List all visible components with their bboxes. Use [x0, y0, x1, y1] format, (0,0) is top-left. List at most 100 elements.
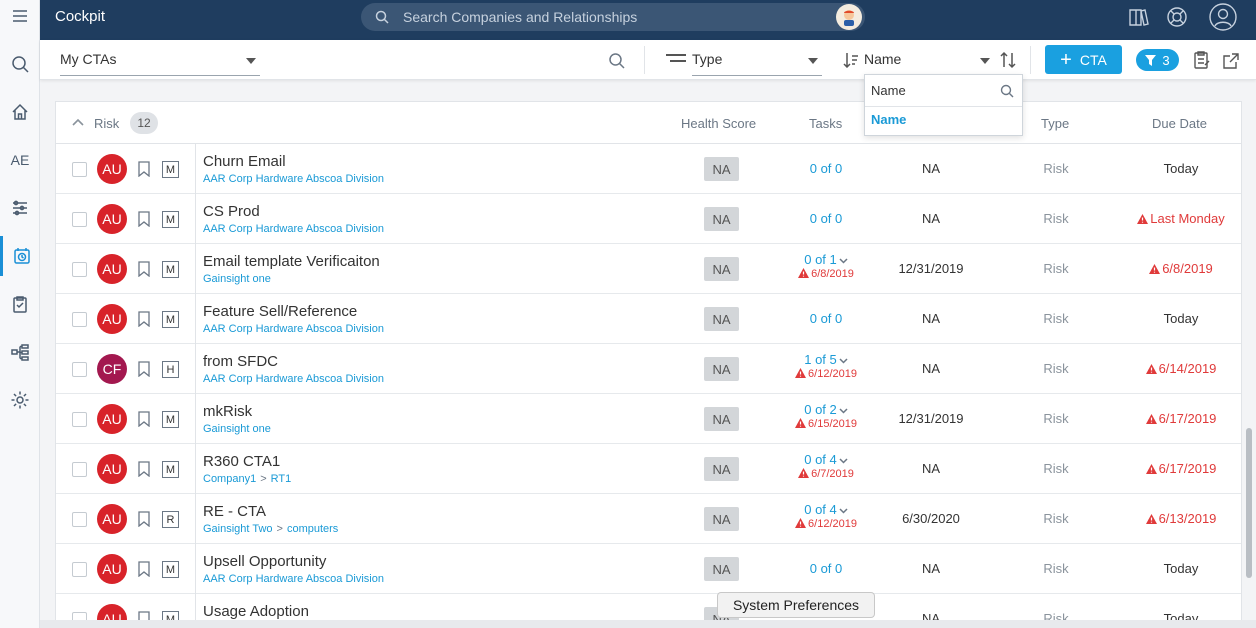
chevron-down-icon[interactable]: [839, 458, 848, 464]
tasks-cell[interactable]: 0 of 0: [776, 161, 876, 176]
horizontal-scrollbar[interactable]: [40, 620, 1256, 628]
clipboard-check-icon[interactable]: [0, 284, 40, 324]
filter-button[interactable]: 3: [1136, 49, 1179, 71]
chevron-down-icon[interactable]: [839, 258, 848, 264]
home-icon[interactable]: [0, 92, 40, 132]
cta-name-link[interactable]: RE - CTA: [203, 503, 266, 520]
company-link[interactable]: Company1: [203, 473, 256, 485]
table-row[interactable]: AU M R360 CTA1 Company1 > RT1 NA 0 of 4 6/7/2019…: [56, 444, 1241, 494]
sort-direction-icon[interactable]: [999, 51, 1017, 69]
external-link-icon[interactable]: [1223, 53, 1239, 69]
table-row[interactable]: AU MmkRisk Gainsight one NA 0 of 2 6/15/2019 1…: [56, 394, 1241, 444]
view-selector[interactable]: My CTAs: [60, 48, 260, 76]
type-selector[interactable]: Type: [692, 48, 822, 76]
tasks-cell[interactable]: 0 of 0: [776, 561, 876, 576]
column-header-due-date[interactable]: Due Date: [1152, 116, 1207, 131]
bookmark-icon[interactable]: [138, 461, 150, 477]
bookmark-icon[interactable]: [138, 511, 150, 527]
avatar[interactable]: AU: [97, 154, 127, 184]
column-header-tasks[interactable]: Tasks: [809, 116, 842, 131]
company-link[interactable]: AAR Corp Hardware Abscoa Division: [203, 323, 384, 335]
group-header-risk[interactable]: Risk 12 Health Score Tasks Type Due Date: [56, 102, 1241, 144]
avatar[interactable]: AU: [97, 304, 127, 334]
cta-name-link[interactable]: Feature Sell/Reference: [203, 303, 357, 320]
row-checkbox[interactable]: [72, 312, 87, 327]
tasks-cell[interactable]: 0 of 4 6/12/2019: [776, 502, 876, 530]
bookmark-icon[interactable]: [138, 211, 150, 227]
cta-name-link[interactable]: Upsell Opportunity: [203, 553, 326, 570]
tasks-cell[interactable]: 0 of 0: [776, 211, 876, 226]
avatar[interactable]: AU: [97, 454, 127, 484]
avatar[interactable]: AU: [97, 254, 127, 284]
bookmark-icon[interactable]: [138, 561, 150, 577]
hierarchy-icon[interactable]: [0, 332, 40, 372]
bookmark-icon[interactable]: [138, 261, 150, 277]
cta-name-link[interactable]: CS Prod: [203, 203, 260, 220]
table-row[interactable]: AU M Churn Email AAR Corp Hardware Abscoa D…: [56, 144, 1241, 194]
cta-name-link[interactable]: R360 CTA1: [203, 453, 280, 470]
cta-name-link[interactable]: Usage Adoption: [203, 603, 309, 620]
cta-name-link[interactable]: Churn Email: [203, 153, 286, 170]
global-search-bar[interactable]: Search Companies and Relationships: [361, 3, 865, 31]
cta-name-link[interactable]: from SFDC: [203, 353, 278, 370]
user-avatar-icon[interactable]: [836, 4, 862, 30]
gear-icon[interactable]: [0, 380, 40, 420]
row-checkbox[interactable]: [72, 262, 87, 277]
row-checkbox[interactable]: [72, 212, 87, 227]
table-row[interactable]: AU M CS Prod AAR Corp Hardware Abscoa Divis…: [56, 194, 1241, 244]
table-row[interactable]: AU M Upsell Opportunity AAR Corp Hardware A…: [56, 544, 1241, 594]
row-checkbox[interactable]: [72, 362, 87, 377]
row-checkbox[interactable]: [72, 562, 87, 577]
row-checkbox[interactable]: [72, 512, 87, 527]
avatar[interactable]: AU: [97, 404, 127, 434]
cta-name-link[interactable]: mkRisk: [203, 403, 252, 420]
sort-search-input[interactable]: Name: [871, 83, 906, 98]
table-row[interactable]: AU R RE - CTA Gainsight Two > computers NA 0 of…: [56, 494, 1241, 544]
relationship-link[interactable]: RT1: [271, 473, 292, 485]
bookmark-icon[interactable]: [138, 361, 150, 377]
sort-option-name[interactable]: Name: [871, 112, 906, 127]
avatar[interactable]: AU: [97, 504, 127, 534]
add-cta-button[interactable]: + CTA: [1045, 45, 1122, 74]
row-checkbox[interactable]: [72, 162, 87, 177]
list-settings-icon[interactable]: [0, 188, 40, 228]
tasks-cell[interactable]: 0 of 2 6/15/2019: [776, 402, 876, 430]
company-link[interactable]: AAR Corp Hardware Abscoa Division: [203, 173, 384, 185]
column-header-health-score[interactable]: Health Score: [681, 116, 756, 131]
tasks-cell[interactable]: 0 of 4 6/7/2019: [776, 452, 876, 480]
hamburger-menu-icon[interactable]: [0, 0, 40, 36]
row-checkbox[interactable]: [72, 412, 87, 427]
company-link[interactable]: Gainsight one: [203, 273, 271, 285]
company-link[interactable]: AAR Corp Hardware Abscoa Division: [203, 573, 384, 585]
tasks-cell[interactable]: 1 of 5 6/12/2019: [776, 352, 876, 380]
chevron-down-icon[interactable]: [839, 508, 848, 514]
chevron-up-icon[interactable]: [72, 118, 84, 126]
profile-icon[interactable]: [1208, 2, 1238, 32]
sort-field-selector[interactable]: Name: [864, 48, 994, 76]
vertical-scrollbar[interactable]: [1246, 428, 1252, 578]
company-link[interactable]: AAR Corp Hardware Abscoa Division: [203, 223, 384, 235]
clipboard-icon[interactable]: [1193, 50, 1211, 70]
avatar[interactable]: AU: [97, 204, 127, 234]
avatar[interactable]: CF: [97, 354, 127, 384]
relationship-link[interactable]: computers: [287, 523, 338, 535]
company-link[interactable]: Gainsight one: [203, 423, 271, 435]
cockpit-nav-icon[interactable]: [0, 236, 40, 276]
help-lifebuoy-icon[interactable]: [1166, 6, 1190, 30]
book-icon[interactable]: [1127, 6, 1151, 30]
tasks-cell[interactable]: 0 of 1 6/8/2019: [776, 252, 876, 280]
bookmark-icon[interactable]: [138, 411, 150, 427]
avatar[interactable]: AU: [97, 554, 127, 584]
tasks-cell[interactable]: 0 of 0: [776, 311, 876, 326]
search-icon[interactable]: [608, 52, 626, 70]
chevron-down-icon[interactable]: [839, 358, 848, 364]
table-row[interactable]: AU M Feature Sell/Reference AAR Corp Hardwa…: [56, 294, 1241, 344]
column-header-type[interactable]: Type: [1041, 116, 1069, 131]
nav-ae[interactable]: AE: [0, 140, 40, 180]
bookmark-icon[interactable]: [138, 161, 150, 177]
company-link[interactable]: Gainsight Two: [203, 523, 273, 535]
table-row[interactable]: AU M Email template Verificaiton Gainsight …: [56, 244, 1241, 294]
bookmark-icon[interactable]: [138, 311, 150, 327]
search-nav-icon[interactable]: [0, 44, 40, 84]
chevron-down-icon[interactable]: [839, 408, 848, 414]
